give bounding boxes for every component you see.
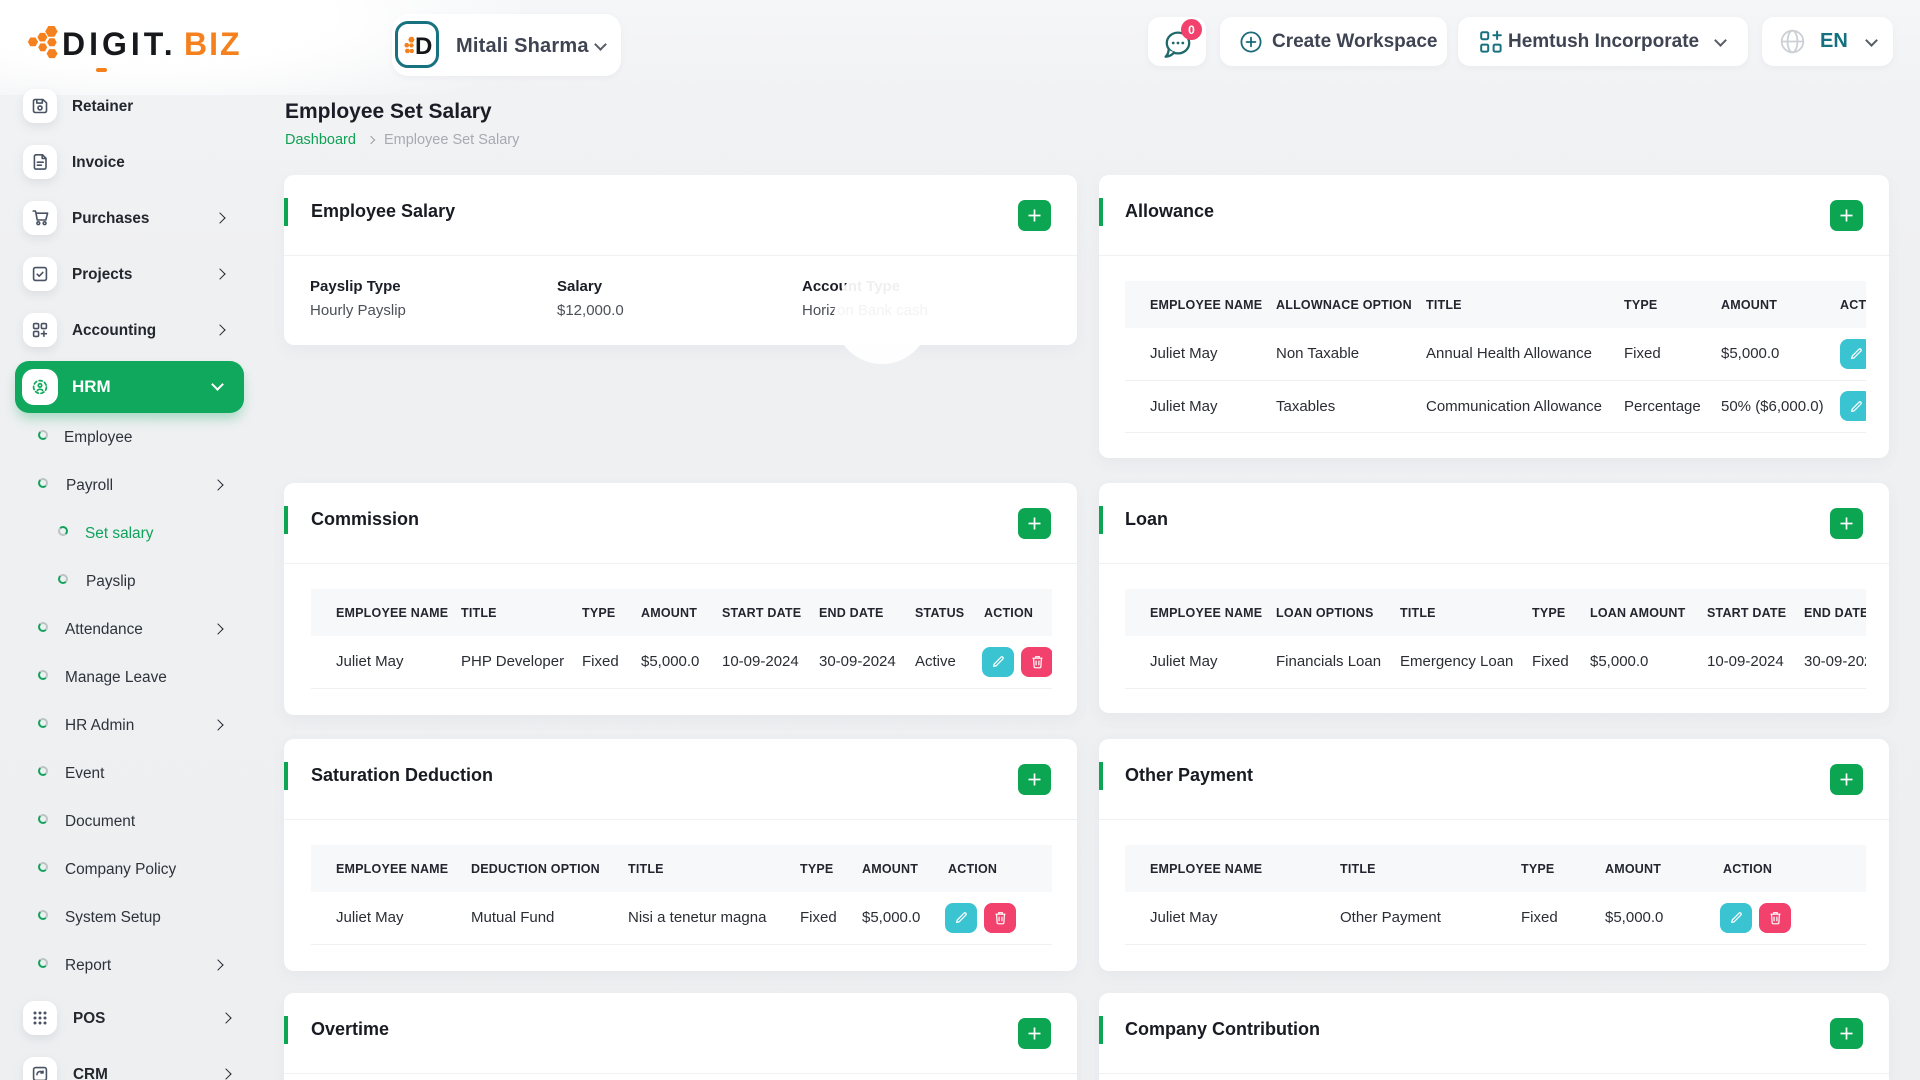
svg-text:BIZ: BIZ [184,26,242,62]
svg-text:DIGIT.: DIGIT. [62,26,177,62]
svg-text:D: D [415,33,432,58]
